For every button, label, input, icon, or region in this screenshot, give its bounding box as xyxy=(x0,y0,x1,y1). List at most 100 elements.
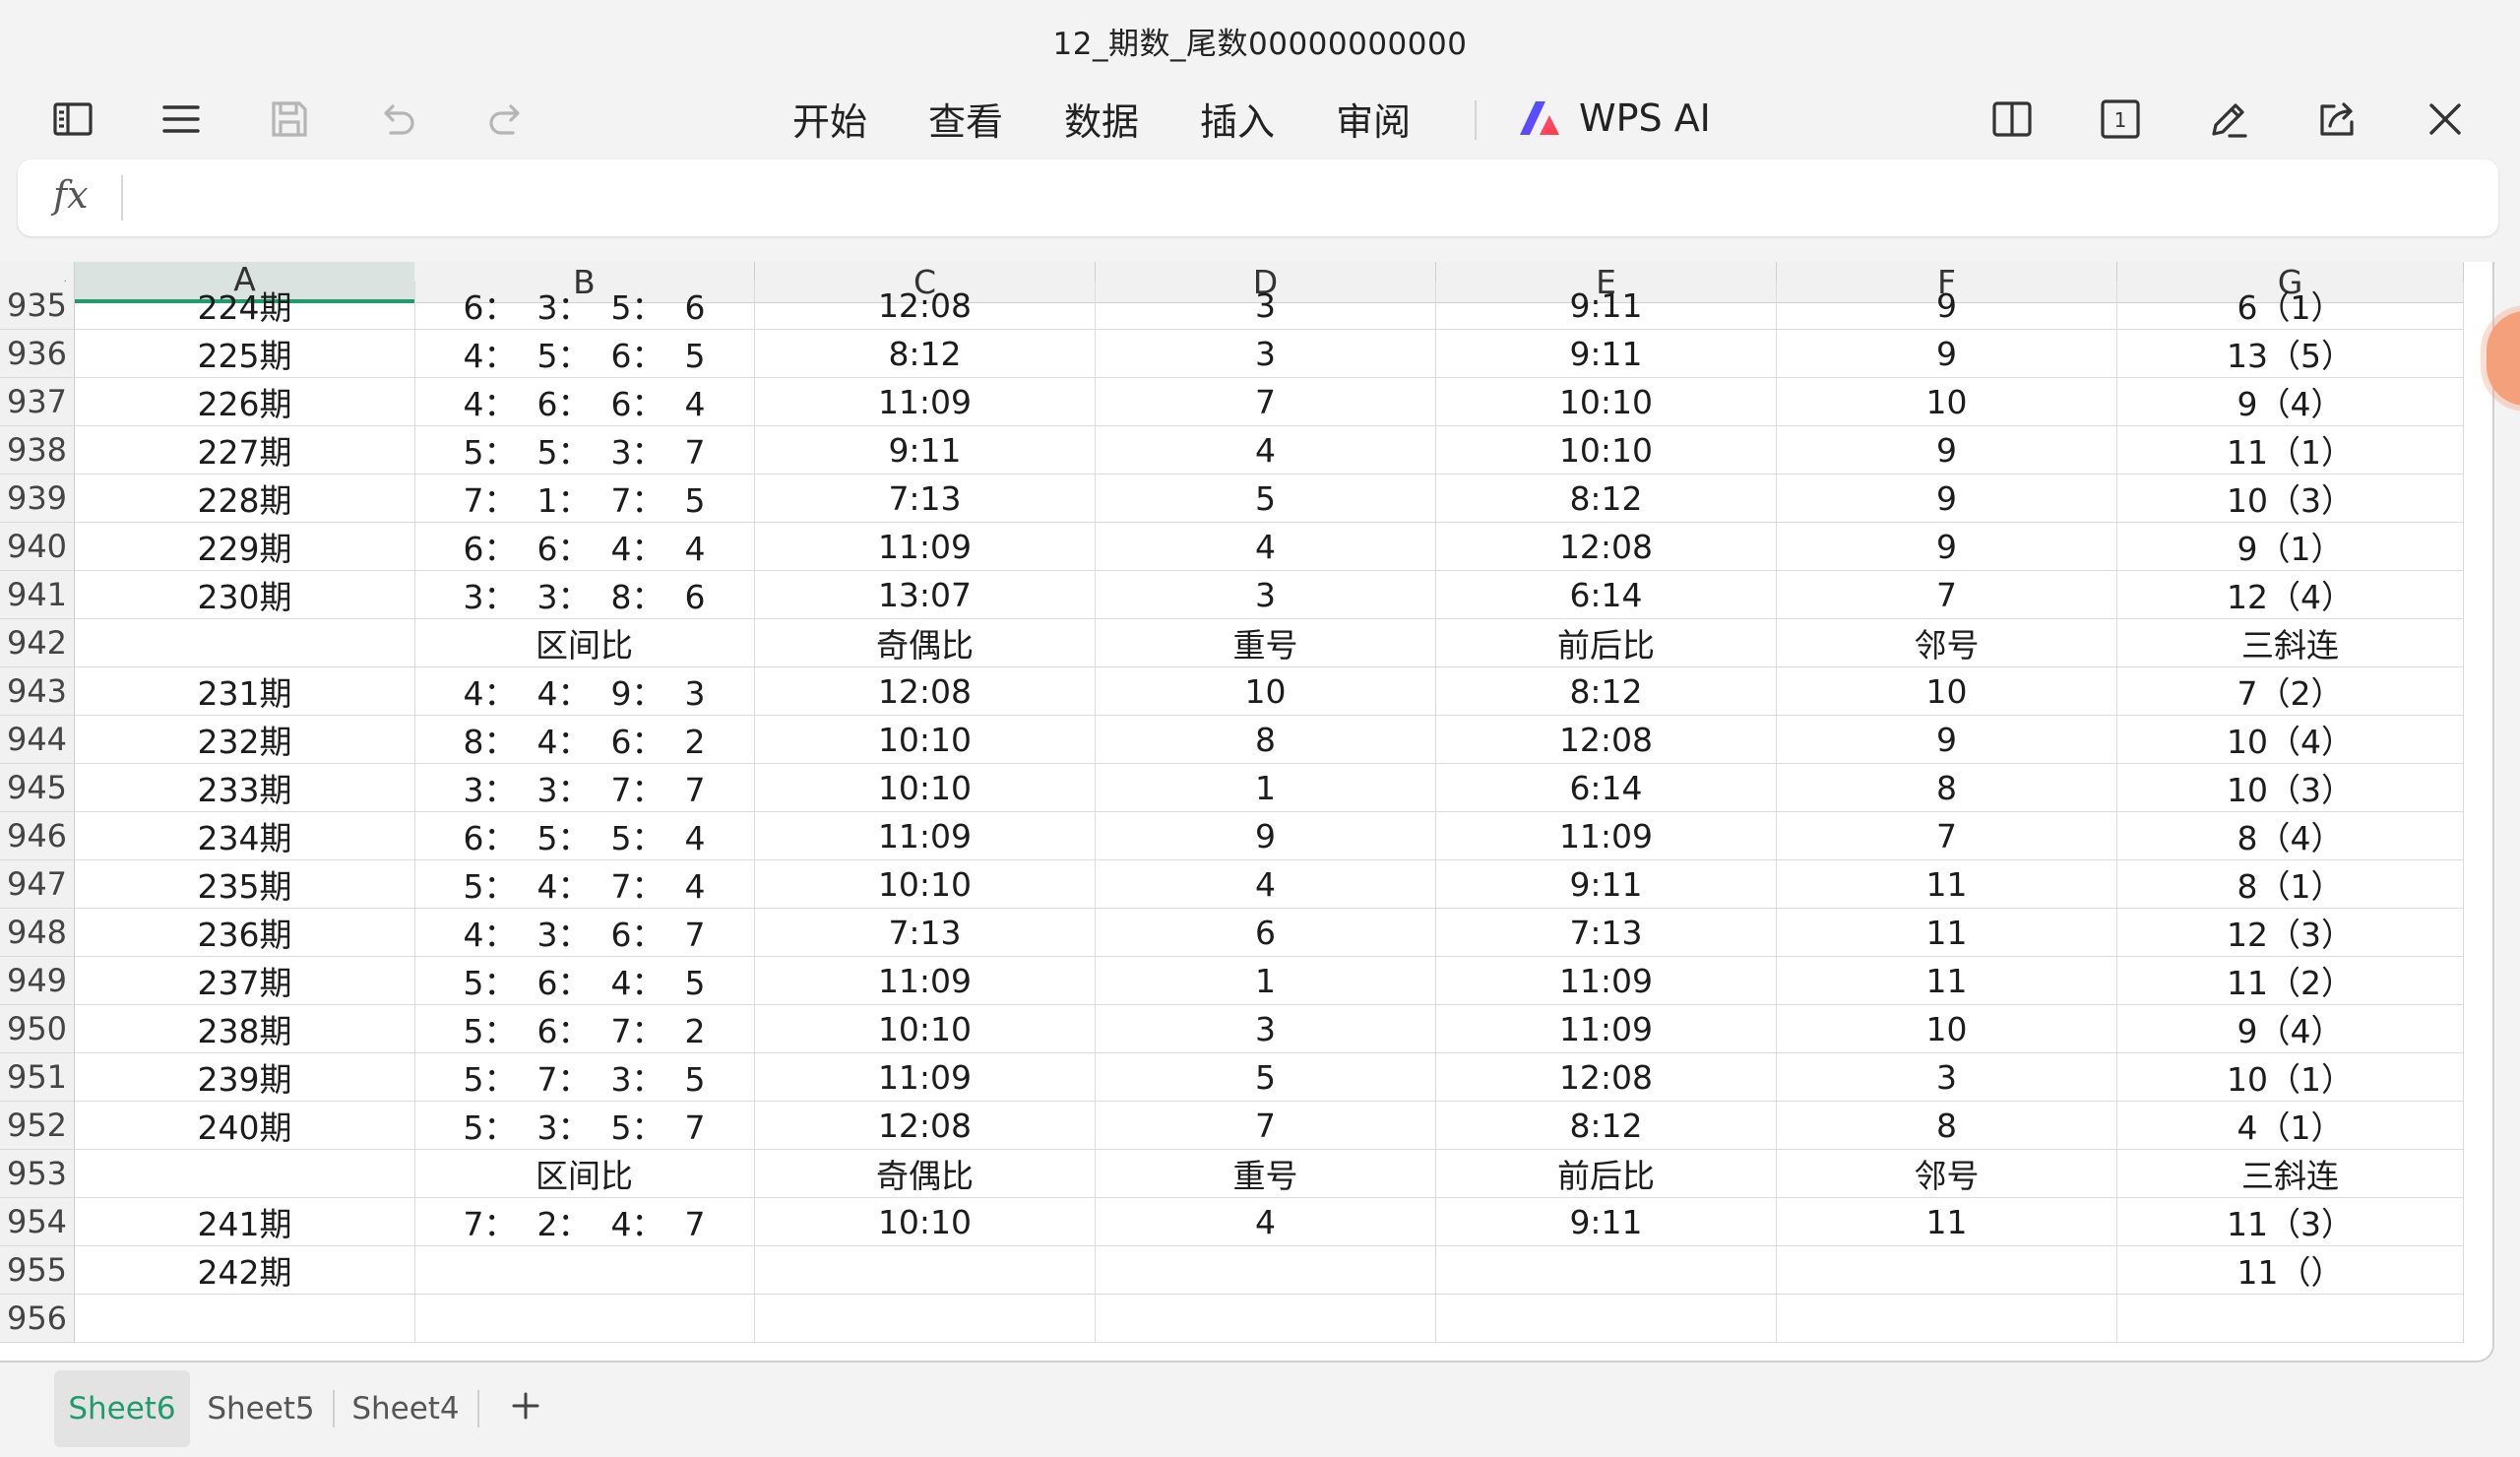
cell-b[interactable]: 区间比 xyxy=(414,1150,755,1198)
add-sheet-button[interactable] xyxy=(502,1382,549,1429)
cell-a[interactable]: 233期 xyxy=(75,764,415,812)
cell-e[interactable]: 11:09 xyxy=(1436,812,1777,860)
cell-a[interactable]: 229期 xyxy=(75,523,415,571)
cell-c[interactable]: 7:13 xyxy=(755,909,1096,957)
row-header[interactable]: 951 xyxy=(0,1053,75,1102)
cell-c[interactable]: 13:07 xyxy=(755,571,1096,619)
cell-c[interactable]: 10:10 xyxy=(755,860,1096,909)
cell-c[interactable]: 12:08 xyxy=(755,282,1096,330)
cell-f[interactable]: 8 xyxy=(1777,1102,2117,1150)
cell-g[interactable]: 三斜连 xyxy=(2117,619,2464,667)
cell-e[interactable]: 10:10 xyxy=(1436,426,1777,475)
cell-f[interactable]: 9 xyxy=(1777,523,2117,571)
cell-d[interactable]: 4 xyxy=(1096,426,1436,475)
cell-c[interactable]: 12:08 xyxy=(755,1102,1096,1150)
cell-f[interactable]: 9 xyxy=(1777,426,2117,475)
cell-a[interactable]: 224期 xyxy=(75,282,415,330)
cell-e[interactable]: 12:08 xyxy=(1436,716,1777,764)
cell-b[interactable]: 5： 6： 7： 2 xyxy=(414,1005,755,1053)
sheet-tab-sheet6[interactable]: Sheet6 xyxy=(54,1370,190,1447)
cell-c[interactable]: 9:11 xyxy=(755,426,1096,475)
row-header[interactable]: 944 xyxy=(0,716,75,764)
cell-f[interactable]: 11 xyxy=(1777,1198,2117,1246)
menu-view[interactable]: 查看 xyxy=(928,92,1003,146)
row-header[interactable]: 956 xyxy=(0,1295,75,1343)
cell-f[interactable] xyxy=(1777,1295,2117,1343)
row-header[interactable]: 936 xyxy=(0,330,75,378)
cell-g[interactable]: 8（1） xyxy=(2117,860,2464,909)
row-header[interactable]: 942 xyxy=(0,619,75,667)
cell-c[interactable]: 11:09 xyxy=(755,378,1096,426)
row-header[interactable]: 937 xyxy=(0,378,75,426)
close-icon[interactable] xyxy=(2417,91,2474,148)
sheet-tab-sheet5[interactable]: Sheet5 xyxy=(202,1370,320,1447)
cell-g[interactable]: 10（3） xyxy=(2117,764,2464,812)
cell-d[interactable]: 8 xyxy=(1096,716,1436,764)
cell-g[interactable]: 10（3） xyxy=(2117,475,2464,523)
cell-b[interactable]: 6： 5： 5： 4 xyxy=(414,812,755,860)
cell-e[interactable]: 9:11 xyxy=(1436,860,1777,909)
cell-e[interactable]: 8:12 xyxy=(1436,667,1777,716)
cell-b[interactable]: 6： 6： 4： 4 xyxy=(414,523,755,571)
share-icon[interactable] xyxy=(2308,91,2365,148)
wps-ai-button[interactable]: WPS AI xyxy=(1516,93,1711,144)
cell-d[interactable]: 5 xyxy=(1096,1053,1436,1102)
cell-d[interactable] xyxy=(1096,1246,1436,1295)
cell-d[interactable]: 重号 xyxy=(1096,619,1436,667)
cell-d[interactable]: 9 xyxy=(1096,812,1436,860)
cell-g[interactable]: 9（1） xyxy=(2117,523,2464,571)
cell-f[interactable]: 9 xyxy=(1777,330,2117,378)
cell-a[interactable] xyxy=(75,1295,415,1343)
cell-e[interactable]: 7:13 xyxy=(1436,909,1777,957)
cell-g[interactable]: 三斜连 xyxy=(2117,1150,2464,1198)
cell-d[interactable]: 3 xyxy=(1096,282,1436,330)
cell-d[interactable]: 6 xyxy=(1096,909,1436,957)
cell-c[interactable]: 11:09 xyxy=(755,1053,1096,1102)
row-header[interactable]: 947 xyxy=(0,860,75,909)
cell-e[interactable]: 前后比 xyxy=(1436,619,1777,667)
cell-a[interactable]: 227期 xyxy=(75,426,415,475)
cell-e[interactable]: 前后比 xyxy=(1436,1150,1777,1198)
cell-b[interactable]: 区间比 xyxy=(414,619,755,667)
cell-b[interactable]: 4： 3： 6： 7 xyxy=(414,909,755,957)
cell-e[interactable]: 6:14 xyxy=(1436,571,1777,619)
cell-a[interactable]: 225期 xyxy=(75,330,415,378)
cell-f[interactable]: 11 xyxy=(1777,860,2117,909)
cell-c[interactable]: 12:08 xyxy=(755,667,1096,716)
cell-e[interactable]: 9:11 xyxy=(1436,1198,1777,1246)
cell-f[interactable]: 8 xyxy=(1777,764,2117,812)
cell-g[interactable]: 11（2） xyxy=(2117,957,2464,1005)
cell-d[interactable]: 3 xyxy=(1096,330,1436,378)
cell-a[interactable]: 240期 xyxy=(75,1102,415,1150)
cell-g[interactable]: 11（1） xyxy=(2117,426,2464,475)
cell-a[interactable]: 237期 xyxy=(75,957,415,1005)
cell-e[interactable]: 11:09 xyxy=(1436,1005,1777,1053)
cell-c[interactable]: 11:09 xyxy=(755,812,1096,860)
cell-a[interactable]: 228期 xyxy=(75,475,415,523)
cell-d[interactable]: 3 xyxy=(1096,571,1436,619)
cell-b[interactable]: 6： 3： 5： 6 xyxy=(414,282,755,330)
cell-a[interactable]: 236期 xyxy=(75,909,415,957)
cell-f[interactable]: 10 xyxy=(1777,667,2117,716)
cell-d[interactable]: 7 xyxy=(1096,378,1436,426)
cell-f[interactable]: 9 xyxy=(1777,716,2117,764)
cell-a[interactable]: 230期 xyxy=(75,571,415,619)
cell-d[interactable]: 5 xyxy=(1096,475,1436,523)
page-indicator-icon[interactable]: 1 xyxy=(2092,91,2149,148)
cell-d[interactable]: 4 xyxy=(1096,1198,1436,1246)
row-header[interactable]: 953 xyxy=(0,1150,75,1198)
cell-b[interactable]: 7： 2： 4： 7 xyxy=(414,1198,755,1246)
cell-c[interactable]: 11:09 xyxy=(755,957,1096,1005)
row-header[interactable]: 952 xyxy=(0,1102,75,1150)
row-header[interactable]: 943 xyxy=(0,667,75,716)
menu-review[interactable]: 审阅 xyxy=(1336,92,1411,146)
cell-f[interactable]: 11 xyxy=(1777,909,2117,957)
cell-c[interactable]: 7:13 xyxy=(755,475,1096,523)
cell-e[interactable]: 8:12 xyxy=(1436,475,1777,523)
cell-a[interactable]: 242期 xyxy=(75,1246,415,1295)
row-header[interactable]: 941 xyxy=(0,571,75,619)
cell-e[interactable]: 10:10 xyxy=(1436,378,1777,426)
cell-c[interactable]: 10:10 xyxy=(755,716,1096,764)
row-header[interactable]: 935 xyxy=(0,282,75,330)
cell-e[interactable]: 9:11 xyxy=(1436,282,1777,330)
